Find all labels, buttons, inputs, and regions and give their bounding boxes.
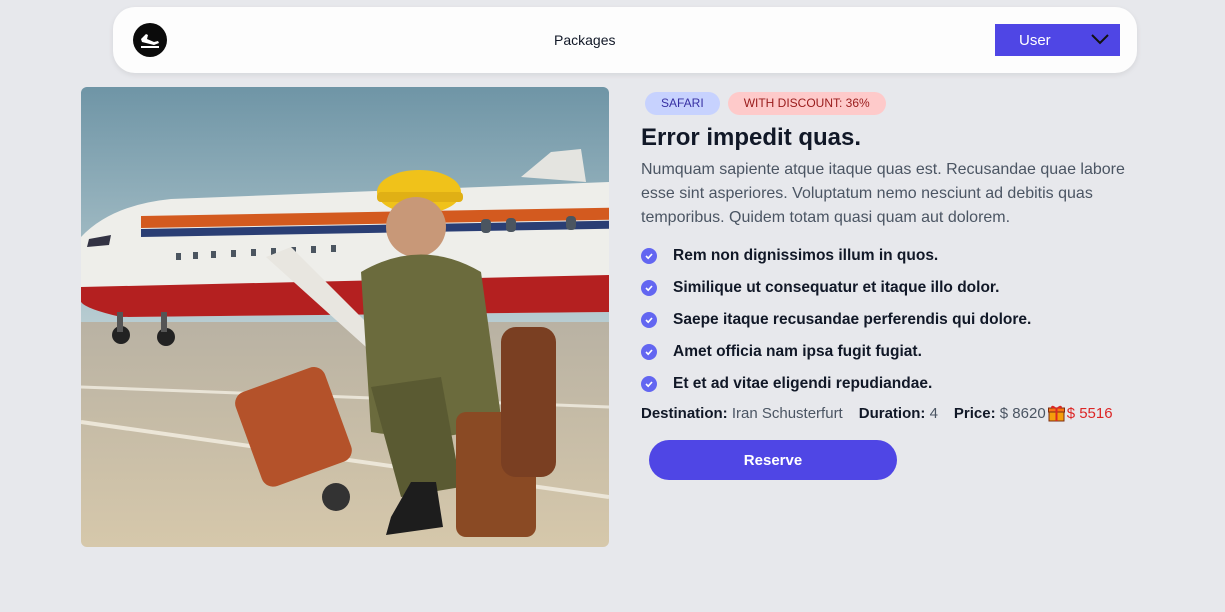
duration-label: Duration: — [858, 404, 926, 422]
feature-text: Rem non dignissimos illum in quos. — [673, 247, 939, 264]
check-icon — [641, 248, 657, 264]
package-details: SAFARI WITH DISCOUNT: 36% Error impedit … — [641, 92, 1161, 480]
feature-text: Amet officia nam ipsa fugit fugiat. — [673, 343, 922, 360]
package-image — [81, 87, 609, 547]
feature-item: Similique ut consequatur et itaque illo … — [641, 272, 1161, 304]
badge-group: SAFARI WITH DISCOUNT: 36% — [645, 92, 1161, 116]
plane-landing-icon[interactable] — [133, 23, 167, 57]
price-label: Price: — [953, 404, 996, 422]
discounted-price: $ 5516 — [1066, 404, 1113, 422]
category-badge: SAFARI — [645, 92, 720, 115]
feature-text: Et et ad vitae eligendi repudiandae. — [673, 375, 933, 392]
feature-item: Rem non dignissimos illum in quos. — [641, 240, 1161, 272]
check-icon — [641, 344, 657, 360]
old-price: $ 8620 — [999, 404, 1046, 422]
user-menu-label: User — [1019, 31, 1051, 49]
package-title: Error impedit quas. — [641, 124, 862, 151]
navbar: Packages User — [113, 7, 1137, 73]
gift-icon — [1047, 405, 1065, 422]
check-icon — [641, 312, 657, 328]
feature-list: Rem non dignissimos illum in quos. Simil… — [641, 240, 1161, 400]
chevron-down-icon — [1091, 34, 1109, 45]
check-icon — [641, 280, 657, 296]
feature-item: Et et ad vitae eligendi repudiandae. — [641, 368, 1161, 400]
feature-text: Saepe itaque recusandae perferendis qui … — [673, 311, 1032, 328]
feature-item: Saepe itaque recusandae perferendis qui … — [641, 304, 1161, 336]
duration-value: 4 — [929, 404, 938, 422]
user-menu-button[interactable]: User — [995, 24, 1120, 56]
destination-value: Iran Schusterfurt — [731, 404, 843, 422]
package-meta: Destination: Iran Schusterfurt Duration:… — [641, 404, 1161, 422]
discount-badge: WITH DISCOUNT: 36% — [727, 92, 886, 115]
check-icon — [641, 376, 657, 392]
feature-item: Amet officia nam ipsa fugit fugiat. — [641, 336, 1161, 368]
destination-label: Destination: — [641, 404, 728, 422]
nav-link-packages[interactable]: Packages — [554, 32, 615, 48]
reserve-button[interactable]: Reserve — [649, 440, 897, 480]
package-description: Numquam sapiente atque itaque quas est. … — [641, 161, 1125, 226]
feature-text: Similique ut consequatur et itaque illo … — [673, 279, 1000, 296]
